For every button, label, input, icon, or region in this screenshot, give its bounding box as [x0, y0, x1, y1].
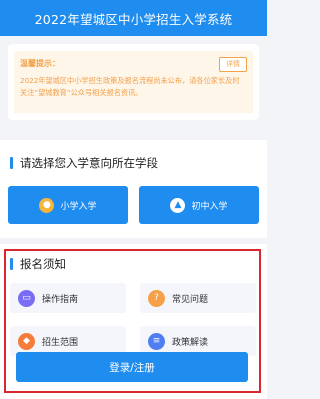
notice-box: 温馨提示： 详情 2022年望城区中小学招生政策及报名流程尚未公布，请各位家长及… — [14, 51, 253, 113]
guide-title: 报名须知 — [20, 257, 66, 271]
junior-school-label: 初中入学 — [191, 201, 228, 212]
junior-school-icon: ▲ — [170, 197, 186, 213]
guide-item-label: 操作指南 — [42, 294, 79, 305]
document-icon: ≡ — [148, 332, 165, 350]
heading-accent-bar — [10, 258, 13, 270]
guide-item-label: 政策解读 — [172, 337, 209, 348]
primary-school-icon: ● — [39, 197, 55, 213]
guide-item-label: 招生范围 — [42, 337, 79, 348]
app-title: 2022年望城区中小学招生入学系统 — [34, 11, 233, 27]
heading-accent-bar — [10, 157, 13, 169]
guide-item-faq[interactable]: ? 常见问题 — [140, 283, 256, 313]
notice-detail-button[interactable]: 详情 — [219, 57, 247, 72]
guide-heading: 报名须知 — [10, 256, 66, 272]
guide-item-label: 常见问题 — [172, 294, 209, 305]
login-register-button[interactable]: 登录/注册 — [16, 352, 248, 382]
notice-text: 2022年望城区中小学招生政策及报名流程尚未公布，请各位家长及时关注“望城教育”… — [20, 76, 240, 97]
login-register-label: 登录/注册 — [109, 361, 155, 374]
notice-card: 温馨提示： 详情 2022年望城区中小学招生政策及报名流程尚未公布，请各位家长及… — [8, 44, 259, 120]
app-header: 2022年望城区中小学招生入学系统 — [0, 0, 267, 36]
guide-item-operation[interactable]: ▭ 操作指南 — [10, 283, 126, 313]
school-select-title: 请选择您入学意向所在学段 — [20, 156, 158, 170]
notice-title: 温馨提示： — [20, 59, 60, 68]
map-icon: ◆ — [18, 332, 35, 350]
chat-icon: ? — [148, 289, 165, 307]
school-select-heading: 请选择您入学意向所在学段 — [10, 155, 158, 171]
junior-school-button[interactable]: ▲ 初中入学 — [139, 186, 259, 224]
monitor-icon: ▭ — [18, 289, 35, 307]
primary-school-label: 小学入学 — [60, 201, 97, 212]
primary-school-button[interactable]: ● 小学入学 — [8, 186, 128, 224]
notice-fade — [14, 97, 253, 113]
